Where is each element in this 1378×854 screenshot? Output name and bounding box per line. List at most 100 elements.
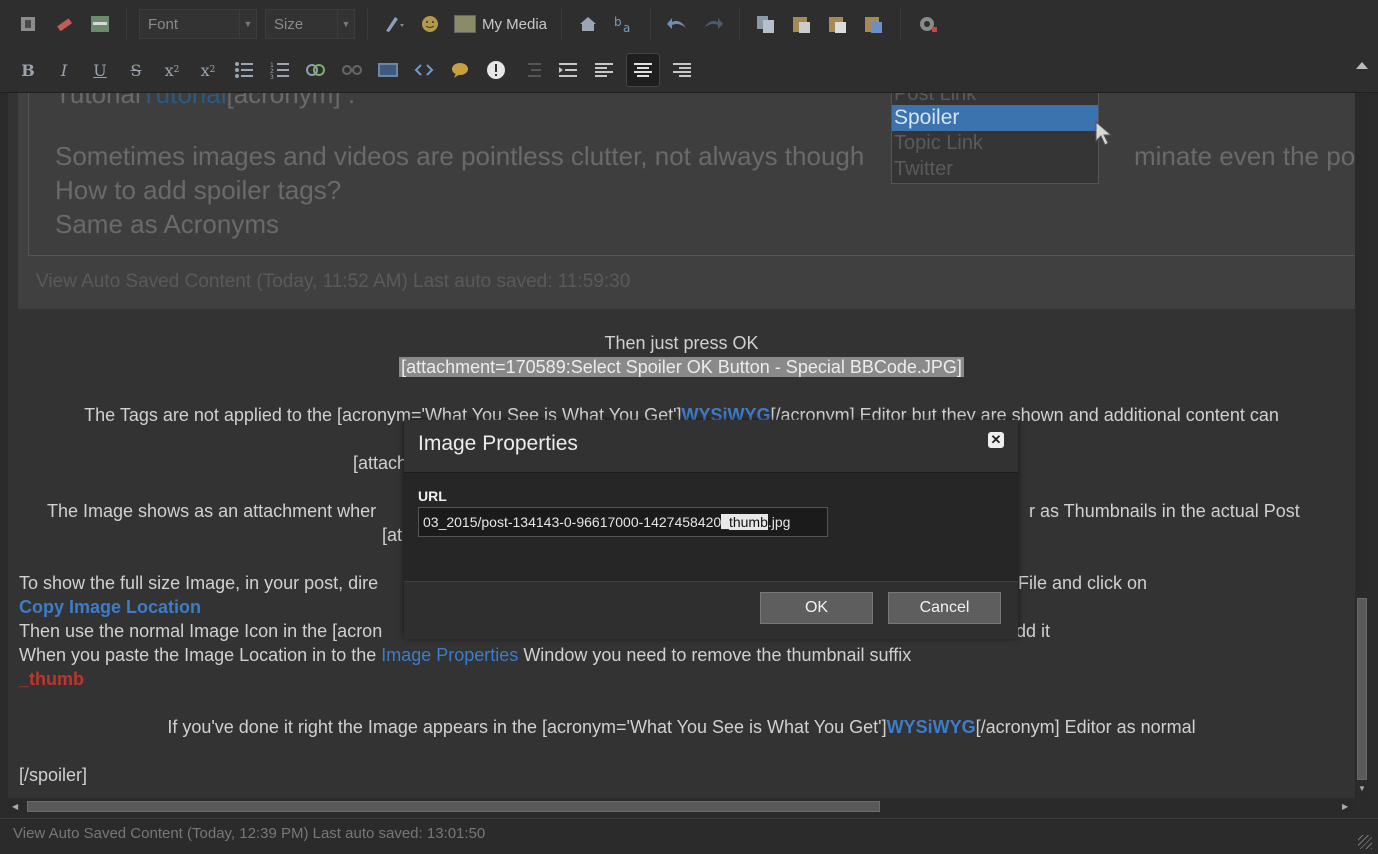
text-color-icon[interactable] <box>380 10 408 38</box>
svg-text:3: 3 <box>270 74 274 79</box>
collapse-toolbar-icon[interactable] <box>1356 62 1368 69</box>
image-properties-text: Image Properties <box>381 645 519 665</box>
redo-icon[interactable] <box>699 10 727 38</box>
link-icon[interactable] <box>302 56 330 84</box>
strikethrough-icon[interactable]: S <box>122 56 150 84</box>
toggle-editor-icon[interactable] <box>86 10 114 38</box>
size-select[interactable]: Size ▼ <box>265 9 355 39</box>
code-icon[interactable] <box>410 56 438 84</box>
resize-grip-icon[interactable] <box>1358 835 1372 849</box>
paste-icon[interactable] <box>788 10 816 38</box>
quote-text: Tutorial <box>55 93 141 109</box>
quote-line-partial: TutorialTutorial[acronym] : <box>55 93 355 110</box>
toolbar-separator <box>900 9 902 39</box>
quote-icon[interactable] <box>446 56 474 84</box>
font-select-label: Font <box>148 15 179 33</box>
embedded-dropdown: Post Link Spoiler Topic Link Twitter <box>891 93 1099 184</box>
url-text: 03_2015/post-134143-0-96617000-142745842… <box>423 514 722 530</box>
text-attach-partial-2: [at <box>382 525 403 545</box>
font-select[interactable]: Font ▼ <box>139 9 257 39</box>
quote-link: Tutorial <box>140 93 227 109</box>
image-icon[interactable] <box>374 56 402 84</box>
toolbar-separator <box>126 9 127 39</box>
text-thumb-suffix: _thumb <box>19 669 84 689</box>
embedded-autosave-text: View Auto Saved Content (Today, 11:52 AM… <box>36 271 631 292</box>
dialog-title: Image Properties <box>418 432 578 455</box>
copy-icon[interactable] <box>752 10 780 38</box>
toolbar-separator <box>561 9 563 39</box>
paste-text-icon[interactable] <box>824 10 852 38</box>
quote-text: [acronym] : <box>226 93 356 109</box>
text-attach-partial: [attach <box>353 453 408 473</box>
url-label: URL <box>418 488 447 504</box>
close-icon[interactable]: ✕ <box>988 432 1004 448</box>
find-replace-icon[interactable]: ba <box>610 10 638 38</box>
bulleted-list-icon[interactable] <box>230 56 258 84</box>
quote-line-1: Sometimes images and videos are pointles… <box>55 141 865 171</box>
dropdown-item-selected: Spoiler <box>892 105 1098 131</box>
superscript-icon[interactable]: x2 <box>194 56 222 84</box>
text-image-line-start: The Image shows as an attachment wher <box>47 501 377 521</box>
text-image-line-end: r as Thumbnails in the actual Post <box>1029 501 1300 521</box>
paste-word-icon[interactable] <box>860 10 888 38</box>
bold-icon[interactable]: B <box>14 56 42 84</box>
text-show-line-end: File and click on <box>1018 573 1148 593</box>
undo-icon[interactable] <box>663 10 691 38</box>
outdent-icon[interactable] <box>518 56 546 84</box>
toolbar-separator <box>739 9 741 39</box>
align-left-icon[interactable] <box>590 56 618 84</box>
toolbar-formatting: B I U S x2 x2 123 <box>0 48 1378 93</box>
home-icon[interactable] <box>574 10 602 38</box>
media-icon <box>454 15 476 33</box>
chevron-down-icon: ▼ <box>239 10 256 38</box>
svg-text:b: b <box>614 15 622 29</box>
text-span: If you've done it right the Image appear… <box>167 717 887 737</box>
subscript-icon[interactable]: x2 <box>158 56 186 84</box>
align-right-icon[interactable] <box>668 56 696 84</box>
quote-line-3: Same as Acronyms <box>55 209 279 239</box>
text-done-line: If you've done it right the Image appear… <box>8 717 1355 738</box>
toolbar-separator <box>650 9 652 39</box>
text-copy-image-location: Copy Image Location <box>19 597 202 617</box>
chevron-down-icon: ▼ <box>337 10 354 38</box>
url-input[interactable]: 03_2015/post-134143-0-96617000-142745842… <box>418 507 828 537</box>
eraser-icon[interactable] <box>50 10 78 38</box>
text-then-use-end: dd it <box>1016 621 1051 641</box>
embedded-screenshot: TutorialTutorial[acronym] : Sometimes im… <box>18 93 1355 309</box>
ok-button[interactable]: OK <box>760 592 873 624</box>
embedded-editor: TutorialTutorial[acronym] : Sometimes im… <box>28 93 1355 256</box>
svg-text:a: a <box>623 21 630 34</box>
unlink-icon[interactable] <box>338 56 366 84</box>
mouse-cursor-icon <box>1095 121 1113 146</box>
numbered-list-icon[interactable]: 123 <box>266 56 294 84</box>
horizontal-scrollbar-thumb[interactable] <box>27 801 880 812</box>
autosave-status[interactable]: View Auto Saved Content (Today, 12:39 PM… <box>13 825 485 842</box>
dropdown-item: Topic Link <box>894 132 983 154</box>
size-select-label: Size <box>274 15 304 33</box>
text-span: When you paste the Image Location in to … <box>19 645 382 665</box>
emoticon-icon[interactable] <box>416 10 444 38</box>
text-then-press-ok: Then just press OK <box>604 333 759 353</box>
attachment-tag-text: [attachment=170589:Select Spoiler OK But… <box>399 357 964 377</box>
align-center-icon[interactable] <box>626 53 660 87</box>
settings-icon[interactable] <box>913 10 941 38</box>
scroll-right-arrow-icon[interactable]: ▶ <box>1342 802 1348 811</box>
special-bbcode-icon[interactable] <box>482 56 510 84</box>
italic-icon[interactable]: I <box>50 56 78 84</box>
cancel-button[interactable]: Cancel <box>888 592 1001 624</box>
dropdown-item: Twitter <box>894 158 953 180</box>
quote-line-2: How to add spoiler tags? <box>55 175 342 205</box>
my-media-button[interactable]: My Media <box>454 15 547 33</box>
indent-icon[interactable] <box>554 56 582 84</box>
acronym-link: WYSiWYG <box>886 717 976 737</box>
source-icon[interactable] <box>14 10 42 38</box>
url-text: .jpg <box>767 514 791 530</box>
text-spoiler-close: [/spoiler] <box>19 765 88 785</box>
url-value: 03_2015/post-134143-0-96617000-142745842… <box>423 508 790 536</box>
underline-icon[interactable]: U <box>86 56 114 84</box>
scroll-down-arrow-icon[interactable]: ▼ <box>1358 784 1366 793</box>
vertical-scrollbar-thumb[interactable] <box>1357 598 1367 780</box>
scroll-left-arrow-icon[interactable]: ◀ <box>12 802 18 811</box>
text-show-line-start: To show the full size Image, in your pos… <box>19 573 379 593</box>
my-media-label: My Media <box>482 15 548 33</box>
